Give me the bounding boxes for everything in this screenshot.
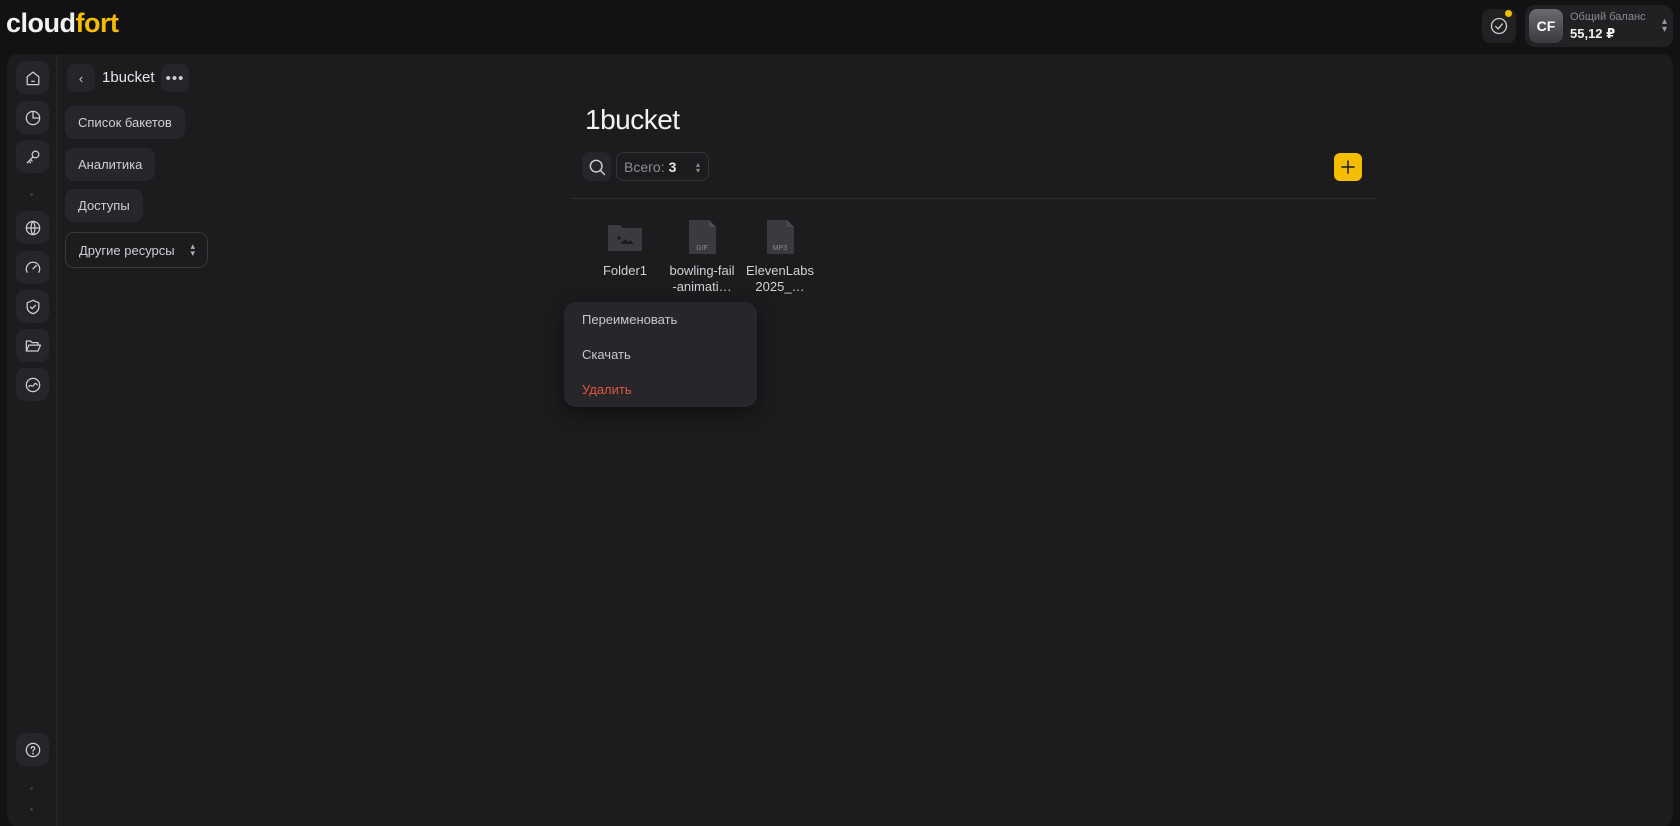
plus-icon [1341,160,1355,174]
help-icon [25,742,40,757]
rail-separator [30,808,33,811]
rail-analytics[interactable] [16,101,49,134]
status-button[interactable] [1482,9,1516,43]
file-item-gif[interactable]: GIF bowling-fail-animati… [668,219,736,295]
logo-text-cloud: cloud [6,8,76,38]
home-icon [26,71,39,85]
file-type-tag: MP3 [772,245,788,252]
nav-item-bucket-list[interactable]: Список бакетов [65,106,185,139]
icon-rail [7,54,57,826]
globe-icon [25,220,40,235]
rail-home[interactable] [16,61,49,94]
file-item-folder[interactable]: Folder1 [591,219,659,279]
more-options-button[interactable]: ••• [161,64,189,92]
file-name: Folder1 [602,263,648,278]
key-icon [26,150,39,163]
back-button[interactable]: ‹ [67,64,95,92]
menu-item-rename[interactable]: Переименовать [582,312,677,327]
logo-text-fort: fort [75,8,119,38]
speedometer-icon [25,261,40,273]
bucket-header: ‹ 1bucket ••• [67,64,189,92]
shield-check-icon [26,299,39,314]
context-menu: Переименовать Скачать Удалить [564,302,757,407]
file-icon: GIF [682,219,722,255]
rail-network[interactable] [16,211,49,244]
file-name: bowling-fail-animati… [669,263,735,294]
menu-item-download[interactable]: Скачать [582,347,631,362]
search-button[interactable] [582,152,611,181]
rail-monitoring[interactable] [16,251,49,284]
rail-separator [30,193,33,196]
account-switcher[interactable]: CF Общий баланс 55,12 ₽ ▴ ▾ [1525,5,1673,47]
file-icon: MP3 [760,219,800,255]
bucket-name: 1bucket [102,69,155,86]
avatar: CF [1529,9,1563,43]
top-bar: cloudfort CF Общий баланс 55,12 ₽ ▴ ▾ [0,0,1680,54]
rail-keys[interactable] [16,140,49,173]
chevron-updown-icon: ▴ ▾ [190,241,195,258]
analytics-icon [25,110,40,125]
search-icon [589,159,605,175]
items-count-select[interactable]: Всего: 3 ▴ ▾ [616,152,709,181]
chevron-updown-icon: ▴ ▾ [1661,16,1667,35]
count-label: Всего: [624,158,665,175]
page-title: 1bucket [585,104,680,135]
folder-icon [605,219,645,255]
rail-storage[interactable] [16,329,49,362]
help-button[interactable] [16,733,49,766]
main-panel: ‹ 1bucket ••• Список бакетов Аналитика Д… [7,54,1673,826]
other-resources-label: Другие ресурсы [79,242,175,258]
file-type-tag: GIF [696,245,708,252]
balance-value: 55,12 ₽ [1570,26,1616,41]
add-button[interactable] [1334,153,1362,181]
logo[interactable]: cloudfort [6,8,119,39]
rail-separator [30,787,33,790]
chevron-updown-icon: ▴ ▾ [695,160,700,175]
count-value: 3 [668,158,677,175]
rail-security[interactable] [16,290,49,323]
divider [571,198,1376,199]
file-item-mp3[interactable]: MP3 ElevenLabs 2025_… [746,219,814,295]
menu-item-delete[interactable]: Удалить [582,382,632,397]
folder-open-icon [25,339,41,352]
storage-icon [25,377,40,392]
nav-item-access[interactable]: Доступы [65,189,143,222]
check-circle-icon [1490,17,1508,35]
nav-item-analytics[interactable]: Аналитика [65,148,156,181]
rail-database[interactable] [16,368,49,401]
file-name: ElevenLabs 2025_… [746,263,814,294]
balance-label: Общий баланс [1570,11,1646,23]
other-resources-select[interactable]: Другие ресурсы ▴ ▾ [65,232,208,268]
notification-dot [1505,10,1512,17]
chevron-left-icon: ‹ [78,70,84,86]
